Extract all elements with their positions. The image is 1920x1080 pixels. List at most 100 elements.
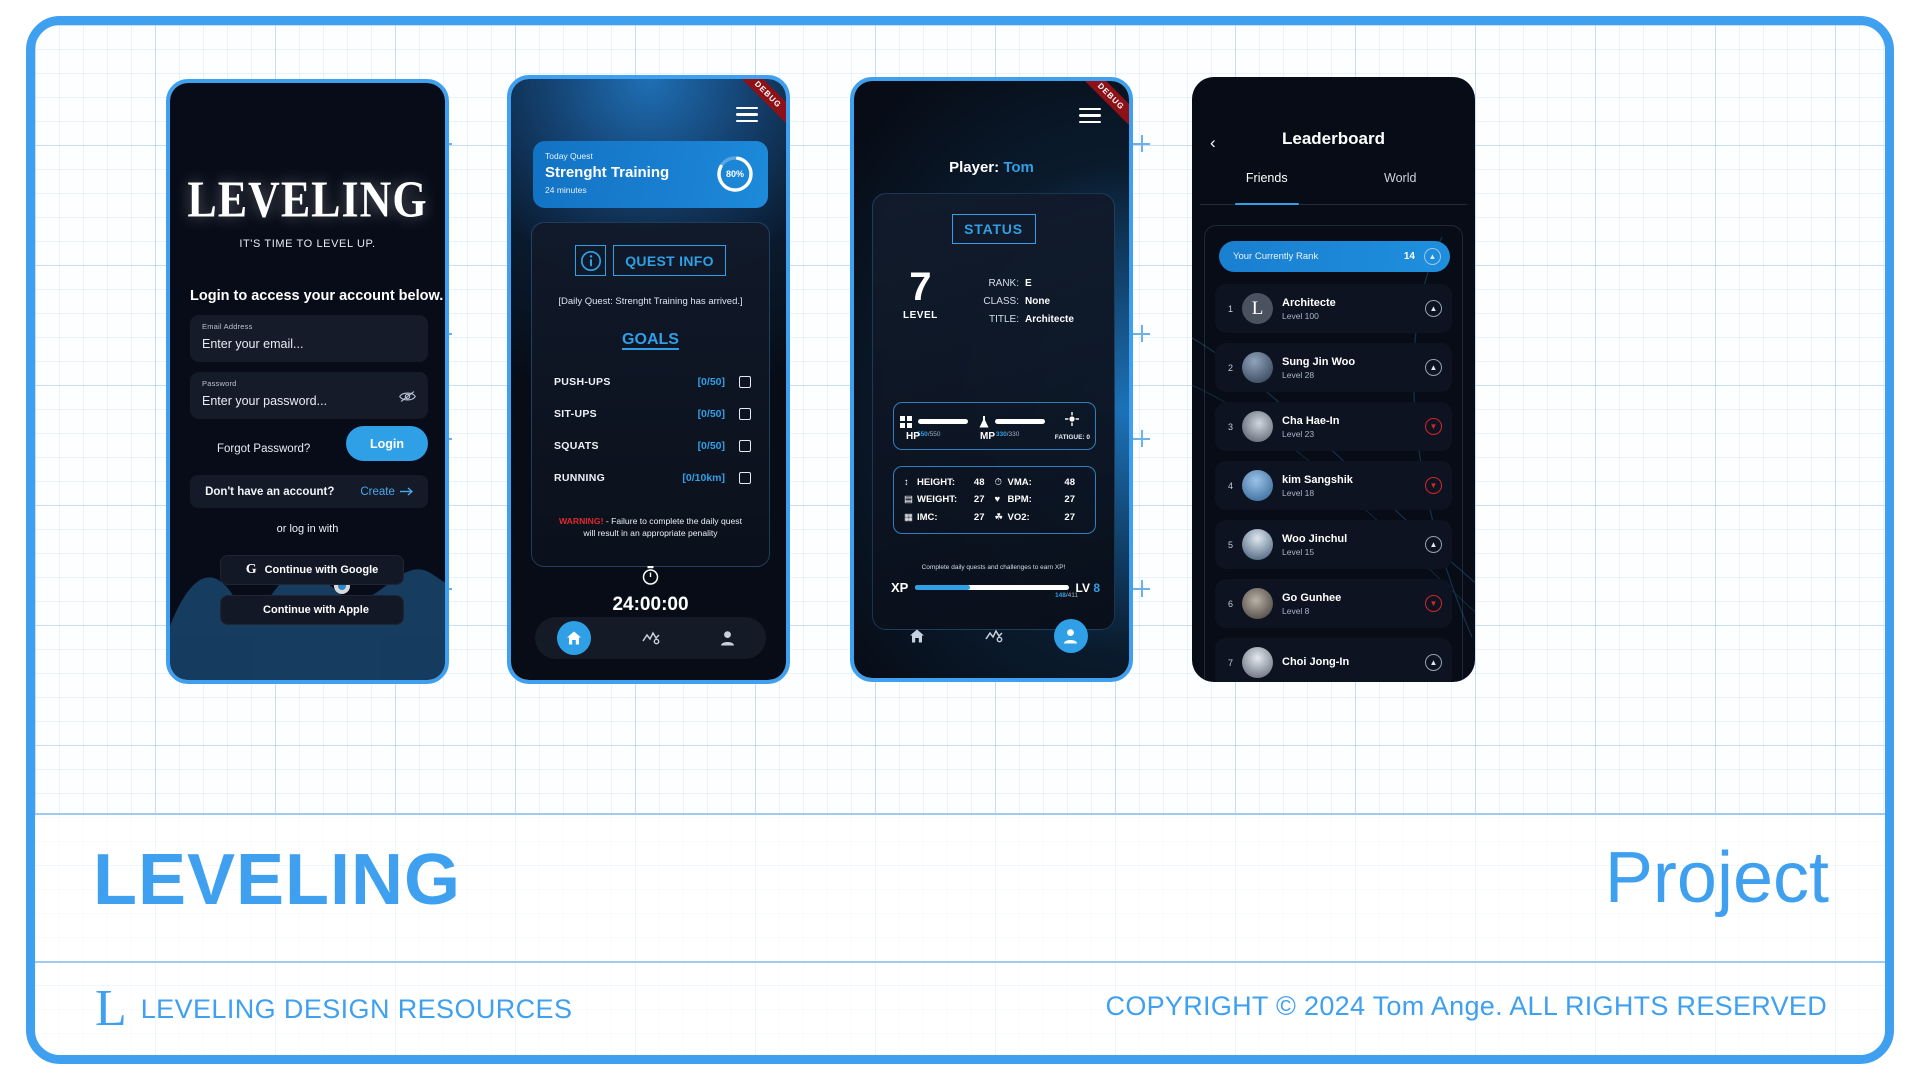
meta-value: None	[1025, 296, 1050, 307]
footer-right-caption: COPYRIGHT © 2024 Tom Ange. ALL RIGHTS RE…	[1105, 991, 1827, 1021]
grid-crosshair	[1133, 325, 1150, 342]
row-rank: 7	[1227, 657, 1233, 668]
xp-current: 148	[1054, 592, 1066, 599]
screen-leaderboard: ‹ Leaderboard Friends World Your Current…	[1192, 77, 1475, 682]
goal-row[interactable]: SQUATS [0/50]	[554, 434, 751, 457]
goal-name: PUSH-UPS	[554, 375, 611, 388]
chevron-up-icon: ▲	[1425, 300, 1442, 317]
goal-checkbox[interactable]	[739, 471, 751, 484]
meta-row: RANK: E	[971, 278, 1074, 289]
my-rank-row[interactable]: Your Currently Rank 14 ▲	[1219, 241, 1450, 272]
tab-profile[interactable]	[1053, 619, 1088, 653]
footer-zone: LEVELING Project L LEVELING DESIGN RESOU…	[35, 813, 1885, 1055]
xp-level: LV 8	[1076, 581, 1100, 595]
meta-key: TITLE:	[988, 314, 1019, 325]
project-word: Project	[1604, 838, 1829, 918]
goal-value: [0/50]	[697, 375, 725, 388]
forgot-password-link[interactable]: Forgot Password?	[217, 443, 310, 455]
goals-title: GOALS	[622, 331, 679, 348]
eye-off-icon[interactable]	[399, 390, 416, 403]
grid-crosshair	[1133, 580, 1150, 597]
my-rank-label: Your Currently Rank	[1233, 251, 1319, 262]
or-login-with-label: or log in with	[276, 523, 339, 535]
stat-cell: ☘ VO2: 27	[995, 511, 1086, 524]
player-name: Tom	[1003, 159, 1034, 176]
goal-checkbox[interactable]	[739, 439, 751, 452]
page-title: Leaderboard	[1282, 129, 1385, 148]
footer-left-caption: LEVELING DESIGN RESOURCES	[140, 993, 573, 1024]
chevron-up-icon: ▲	[1425, 359, 1442, 376]
stat-cell: ▦ IMC: 27	[904, 511, 995, 524]
grid-crosshair	[1133, 430, 1150, 447]
progress-ring: 80%	[714, 153, 756, 195]
stopwatch-icon	[642, 566, 659, 585]
goal-row[interactable]: SIT-UPS [0/50]	[554, 402, 751, 425]
level-block: 7 LEVEL	[903, 265, 938, 321]
login-button[interactable]: Login	[346, 426, 428, 461]
list-item[interactable]: 1 L Architecte Level 100 ▲	[1215, 284, 1452, 333]
menu-icon[interactable]	[1079, 108, 1101, 127]
list-item[interactable]: 5 Woo Jinchul Level 15 ▲	[1215, 520, 1452, 569]
tab-activity[interactable]	[634, 621, 668, 655]
goal-row[interactable]: RUNNING [0/10km]	[554, 466, 751, 489]
row-level: Level 8	[1282, 605, 1310, 616]
xp-values: 148/411	[1055, 592, 1078, 599]
stat-cell: ⏱ VMA: 48	[995, 476, 1086, 489]
list-item[interactable]: 3 Cha Hae-In Level 23 ▼	[1215, 402, 1452, 451]
password-field[interactable]: Password Enter your password...	[190, 372, 428, 419]
my-rank-value: 14	[1403, 251, 1415, 262]
list-item[interactable]: 2 Sung Jin Woo Level 28 ▲	[1215, 343, 1452, 392]
row-rank: 3	[1227, 421, 1233, 432]
chevron-up-icon: ▲	[1424, 248, 1441, 265]
stat-value: 27	[1064, 512, 1075, 524]
row-name: Architecte	[1282, 296, 1336, 309]
meta-value: Architecte	[1025, 314, 1074, 325]
goal-checkbox[interactable]	[739, 375, 751, 388]
google-label: Continue with Google	[264, 564, 379, 576]
stat-value: 48	[973, 476, 985, 488]
chevron-up-icon: ▲	[1425, 654, 1442, 671]
continue-with-apple-button[interactable]: Continue with Apple	[220, 595, 404, 625]
today-quest-card[interactable]: Today Quest Strenght Training 24 minutes…	[533, 141, 768, 208]
mp-icon	[979, 415, 989, 427]
avatar	[1242, 352, 1273, 383]
goal-checkbox[interactable]	[739, 407, 751, 420]
bottom-tabbar	[535, 617, 766, 659]
continue-with-google-button[interactable]: G Continue with Google	[220, 555, 404, 585]
chevron-down-icon: ▼	[1425, 477, 1442, 494]
tab-home[interactable]	[900, 619, 934, 653]
goal-value: [0/50]	[697, 439, 725, 452]
app-logo-block: LEVELING IT'S TIME TO LEVEL UP.	[170, 173, 445, 250]
tab-friends[interactable]: Friends	[1200, 171, 1334, 205]
row-level: Level 23	[1282, 428, 1315, 439]
mp-max: /330	[1006, 430, 1020, 438]
row-level: Level 28	[1282, 369, 1315, 380]
chevron-down-icon: ▼	[1425, 418, 1442, 435]
menu-icon[interactable]	[736, 107, 758, 126]
goal-value: [0/50]	[697, 407, 725, 420]
tab-activity[interactable]	[977, 619, 1011, 653]
email-input[interactable]: Enter your email...	[202, 337, 416, 351]
info-icon	[575, 245, 606, 276]
no-account-label: Don't have an account?	[205, 485, 335, 498]
mp-unit: 330/330 MP	[978, 415, 1045, 442]
bpm-icon: ♥	[994, 494, 1001, 506]
goal-value: [0/10km]	[682, 471, 725, 484]
tab-profile[interactable]	[711, 621, 745, 655]
list-item[interactable]: 6 Go Gunhee Level 8 ▼	[1215, 579, 1452, 628]
email-field[interactable]: Email Address Enter your email...	[190, 315, 428, 362]
goal-row[interactable]: PUSH-UPS [0/50]	[554, 370, 751, 393]
level-value: 7	[909, 265, 932, 309]
password-input[interactable]: Enter your password...	[202, 394, 416, 408]
list-item[interactable]: 4 kim Sangshik Level 18 ▼	[1215, 461, 1452, 510]
tab-world[interactable]: World	[1334, 171, 1468, 204]
tab-home[interactable]	[556, 621, 591, 655]
row-level: Level 18	[1282, 487, 1315, 498]
fatigue-unit: FATIGUE: 0	[1055, 411, 1090, 441]
screen-status: DEBUG Player: Tom STATUS 7 LEVEL RANK: E	[850, 77, 1133, 682]
hp-key: HP	[906, 431, 920, 442]
create-account-link[interactable]: Create	[360, 486, 413, 498]
list-item[interactable]: 7 Choi Jong-In ▲	[1215, 638, 1452, 682]
email-label: Email Address	[202, 322, 253, 331]
meta-key: CLASS:	[983, 296, 1019, 307]
